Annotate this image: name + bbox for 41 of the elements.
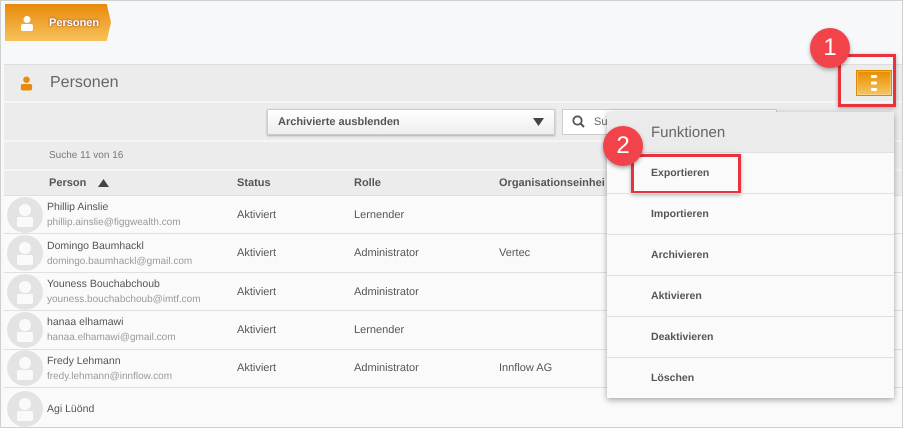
person-icon — [19, 75, 34, 92]
person-name: Youness Bouchabchoub — [47, 278, 161, 290]
column-header[interactable]: Rolle — [354, 177, 381, 190]
person-icon — [19, 14, 35, 30]
column-header[interactable]: Person — [4, 177, 110, 190]
person-name: Agi Lüönd — [47, 403, 94, 415]
person-email: hanaa.elhamawi@gmail.com — [47, 332, 176, 344]
table-cell: Lernender — [354, 208, 404, 221]
menu-item[interactable]: Löschen — [607, 357, 894, 398]
table-cell: Aktiviert — [237, 247, 276, 260]
table-cell: Aktiviert — [237, 324, 276, 336]
caret-icon — [533, 118, 544, 126]
callout-badge: 1 — [810, 28, 850, 68]
filter-dropdown[interactable]: Archivierte ausblenden — [267, 108, 555, 135]
table-cell: Lernender — [354, 324, 404, 336]
menu-item[interactable]: Deaktivieren — [607, 316, 894, 357]
panel-title: Personen — [50, 74, 118, 92]
table-cell: Vertec — [499, 247, 530, 260]
menu-item[interactable]: Archivieren — [607, 234, 894, 275]
table-cell: Administrator — [354, 247, 419, 260]
menu-item[interactable]: Importieren — [607, 193, 894, 234]
person-email: phillip.ainslie@figgwealth.com — [47, 217, 181, 228]
table-cell: Aktiviert — [237, 208, 276, 221]
person-email: youness.bouchabchoub@imtf.com — [47, 294, 201, 306]
table-cell: Administrator — [354, 286, 419, 298]
menu-item[interactable]: Aktivieren — [607, 275, 894, 316]
person-name: Phillip Ainslie — [47, 201, 110, 214]
menu-button[interactable] — [856, 70, 892, 96]
person-email: domingo.baumhackl@gmail.com — [47, 256, 192, 267]
column-header[interactable]: Organisationseinhei — [499, 177, 605, 190]
kebab-icon — [871, 75, 877, 92]
table-cell: Aktiviert — [237, 286, 276, 298]
table-cell: Aktiviert — [237, 362, 276, 374]
person-name: hanaa elhamawi — [47, 316, 124, 328]
column-header[interactable]: Status — [237, 177, 271, 190]
person-email: fredy.lehmann@innflow.com — [47, 370, 172, 382]
table-cell: Innflow AG — [499, 362, 552, 374]
table-cell: Administrator — [354, 362, 419, 374]
search-icon — [572, 114, 585, 128]
person-name: Domingo Baumhackl — [47, 240, 145, 252]
person-name: Fredy Lehmann — [47, 354, 122, 367]
